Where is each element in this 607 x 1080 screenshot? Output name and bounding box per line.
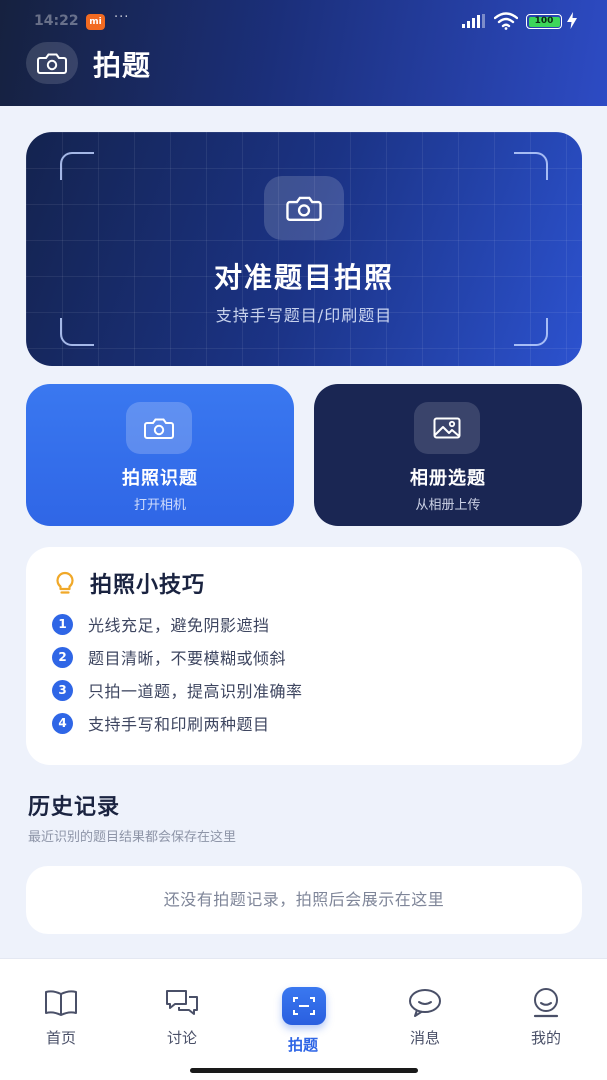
capture-hero-card[interactable]: 对准题目拍照 支持手写题目/印刷题目 [26, 132, 582, 366]
camera-icon [126, 402, 192, 454]
nav-item-discuss[interactable]: 讨论 [122, 959, 242, 1059]
signal-icon [462, 14, 485, 28]
frame-corner-top-right [514, 152, 548, 180]
nav-label: 我的 [530, 1029, 561, 1047]
photo-tips-card: 拍照小技巧 1 光线充足，避免阴影遮挡 2 题目清晰，不要模糊或倾斜 3 只拍一… [26, 547, 582, 765]
lightbulb-icon [56, 571, 74, 594]
scan-icon [282, 987, 326, 1025]
tip-number-badge: 2 [52, 646, 73, 668]
take-photo-subtitle: 打开相机 [133, 498, 186, 513]
home-indicator [190, 1068, 418, 1073]
nav-label-active: 拍题 [287, 1036, 318, 1054]
nav-label: 消息 [409, 1029, 440, 1047]
frame-corner-top-left [60, 152, 94, 180]
tip-item: 2 题目清晰，不要模糊或倾斜 [52, 645, 286, 669]
profile-icon [533, 988, 559, 1018]
nav-label: 首页 [45, 1029, 76, 1047]
battery-icon: 100 [526, 14, 562, 29]
status-time: 14:22 [34, 13, 79, 29]
chat-bubbles-icon [166, 990, 198, 1015]
notification-dots: ··· [114, 10, 130, 25]
camera-icon[interactable] [26, 42, 78, 84]
tip-item: 3 只拍一道题，提高识别准确率 [52, 678, 303, 702]
tip-text: 光线充足，避免阴影遮挡 [88, 616, 270, 635]
page-title: 拍题 [93, 49, 152, 82]
take-photo-button[interactable]: 拍照识题 打开相机 [26, 384, 294, 526]
charging-icon [567, 12, 577, 29]
tip-number-badge: 4 [52, 712, 73, 734]
album-subtitle: 从相册上传 [415, 498, 481, 513]
history-title: 历史记录 [28, 795, 121, 820]
wifi-icon [494, 12, 518, 30]
header-title-row: 拍题 [0, 40, 607, 90]
tip-number-badge: 1 [52, 613, 73, 635]
status-bar: 14:22 mi ··· 100 [0, 0, 607, 42]
nav-item-scan[interactable]: 拍题 [243, 959, 363, 1059]
camera-icon [264, 176, 344, 240]
tip-text: 支持手写和印刷两种题目 [88, 715, 270, 734]
tips-title: 拍照小技巧 [90, 573, 206, 598]
nav-item-home[interactable]: 首页 [1, 959, 121, 1059]
history-subtitle: 最近识别的题目结果都会保存在这里 [28, 830, 237, 845]
hero-subtitle: 支持手写题目/印刷题目 [215, 306, 393, 325]
battery-level: 100 [528, 16, 560, 27]
album-title: 相册选题 [410, 468, 486, 489]
book-icon [45, 990, 77, 1016]
choose-from-album-button[interactable]: 相册选题 从相册上传 [314, 384, 582, 526]
bottom-nav: 首页 讨论 拍题 消息 我的 [0, 958, 607, 1080]
tip-item: 1 光线充足，避免阴影遮挡 [52, 612, 270, 636]
history-empty-state: 还没有拍题记录，拍照后会展示在这里 [26, 866, 582, 934]
tip-text: 题目清晰，不要模糊或倾斜 [88, 649, 287, 668]
nav-item-profile[interactable]: 我的 [486, 959, 606, 1059]
nav-label: 讨论 [166, 1029, 197, 1047]
carrier-badge: mi [86, 14, 105, 30]
image-icon [414, 402, 480, 454]
nav-item-messages[interactable]: 消息 [365, 959, 485, 1059]
app-header: 14:22 mi ··· 100 拍题 [0, 0, 607, 106]
message-icon [409, 989, 441, 1017]
tip-text: 只拍一道题，提高识别准确率 [88, 682, 303, 701]
tip-number-badge: 3 [52, 679, 73, 701]
hero-title: 对准题目拍照 [213, 261, 394, 294]
tip-item: 4 支持手写和印刷两种题目 [52, 711, 270, 735]
take-photo-title: 拍照识题 [122, 468, 198, 489]
